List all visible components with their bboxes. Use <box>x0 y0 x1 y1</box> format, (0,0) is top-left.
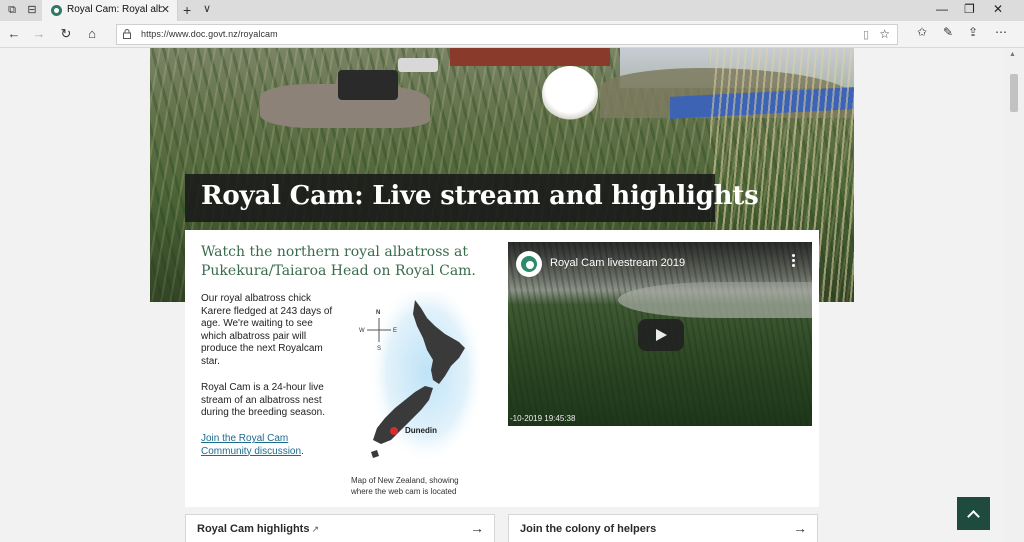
tab-bar: ⧉ ⊟ Royal Cam: Royal albatr ✕ + ∨ — ❐ ✕ <box>0 0 1024 21</box>
new-tab-icon[interactable]: + <box>183 2 191 18</box>
reading-view-icon[interactable]: ▯ <box>863 28 869 41</box>
arrow-right-icon: → <box>470 520 484 536</box>
svg-text:S: S <box>377 346 381 352</box>
svg-text:N: N <box>376 310 380 316</box>
restore-icon[interactable]: ❐ <box>964 2 975 16</box>
forward-icon[interactable]: → <box>30 26 48 42</box>
lock-icon <box>123 29 131 39</box>
highlights-card-link[interactable]: Royal Cam highlights ↗ → <box>185 514 495 542</box>
community-link-paragraph: Join the Royal Cam Community discussion. <box>201 433 304 457</box>
camera-equipment <box>338 70 398 100</box>
helpers-label: Join the colony of helpers <box>520 523 657 535</box>
tab-title: Royal Cam: Royal albatr <box>67 4 162 15</box>
video-title[interactable]: Royal Cam livestream 2019 <box>550 257 685 269</box>
intro-heading: Watch the northern royal albatross at Pu… <box>201 244 476 279</box>
stream-paragraph: Royal Cam is a 24-hour live stream of an… <box>201 382 325 418</box>
video-timestamp: -10-2019 19:45:38 <box>510 414 576 423</box>
favorite-star-icon[interactable]: ☆ <box>879 27 890 41</box>
helpers-card-link[interactable]: Join the colony of helpers → <box>508 514 818 542</box>
close-window-icon[interactable]: ✕ <box>993 2 1003 16</box>
channel-logo-icon[interactable] <box>516 251 542 277</box>
dunedin-label: Dunedin <box>405 426 437 435</box>
page-title-banner: Royal Cam: Live stream and highlights <box>185 174 759 222</box>
chick-paragraph: Our royal albatross chick Karere fledged… <box>201 293 333 367</box>
arrow-right-icon: → <box>793 520 807 536</box>
scroll-thumb[interactable] <box>1010 74 1018 112</box>
share-icon[interactable]: ⇪ <box>968 25 978 39</box>
chevron-down-icon[interactable]: ∨ <box>203 2 211 15</box>
page-scrollbar[interactable]: ▲ <box>1004 48 1024 542</box>
external-link-icon: ↗ <box>311 524 320 534</box>
tabs-aside-icon[interactable]: ⧉ <box>4 3 20 17</box>
show-tabs-icon[interactable]: ⊟ <box>24 3 40 17</box>
svg-text:E: E <box>393 328 397 334</box>
address-input[interactable]: https://www.doc.govt.nz/royalcam ▯ ☆ <box>116 24 898 45</box>
minimize-icon[interactable]: — <box>936 2 948 16</box>
albatross-image <box>542 66 598 122</box>
favorites-list-icon[interactable]: ✩ <box>917 25 927 39</box>
new-zealand-map: Dunedin N S E W <box>359 292 481 464</box>
map-caption: Map of New Zealand, showing where the we… <box>351 476 459 496</box>
content-panel: Watch the northern royal albatross at Pu… <box>185 230 819 507</box>
video-player[interactable]: Royal Cam livestream 2019 -10-2019 19:45… <box>508 242 812 426</box>
url-text: https://www.doc.govt.nz/royalcam <box>141 29 278 39</box>
tab-royal-cam[interactable]: Royal Cam: Royal albatr ✕ <box>42 0 178 21</box>
dunedin-marker <box>390 427 398 435</box>
svg-text:W: W <box>359 328 365 334</box>
web-page: Royal Cam: Live stream and highlights Wa… <box>0 48 1004 542</box>
back-icon[interactable]: ← <box>5 26 23 42</box>
scroll-up-icon[interactable]: ▲ <box>1009 51 1016 58</box>
notes-pen-icon[interactable]: ✎ <box>943 25 953 39</box>
back-to-top-button[interactable] <box>957 497 990 530</box>
refresh-icon[interactable]: ↻ <box>57 26 75 42</box>
close-tab-icon[interactable]: ✕ <box>161 3 170 16</box>
video-menu-icon[interactable] <box>792 254 796 268</box>
more-icon[interactable]: ⋯ <box>995 25 1007 39</box>
community-discussion-link[interactable]: Join the Royal Cam Community discussion <box>201 433 301 457</box>
doc-favicon-icon <box>51 5 62 16</box>
highlights-label: Royal Cam highlights <box>197 523 310 535</box>
play-button[interactable] <box>638 319 684 351</box>
page-title: Royal Cam: Live stream and highlights <box>201 181 759 211</box>
home-icon[interactable]: ⌂ <box>83 26 101 42</box>
address-toolbar: ← → ↻ ⌂ https://www.doc.govt.nz/royalcam… <box>0 21 1024 48</box>
